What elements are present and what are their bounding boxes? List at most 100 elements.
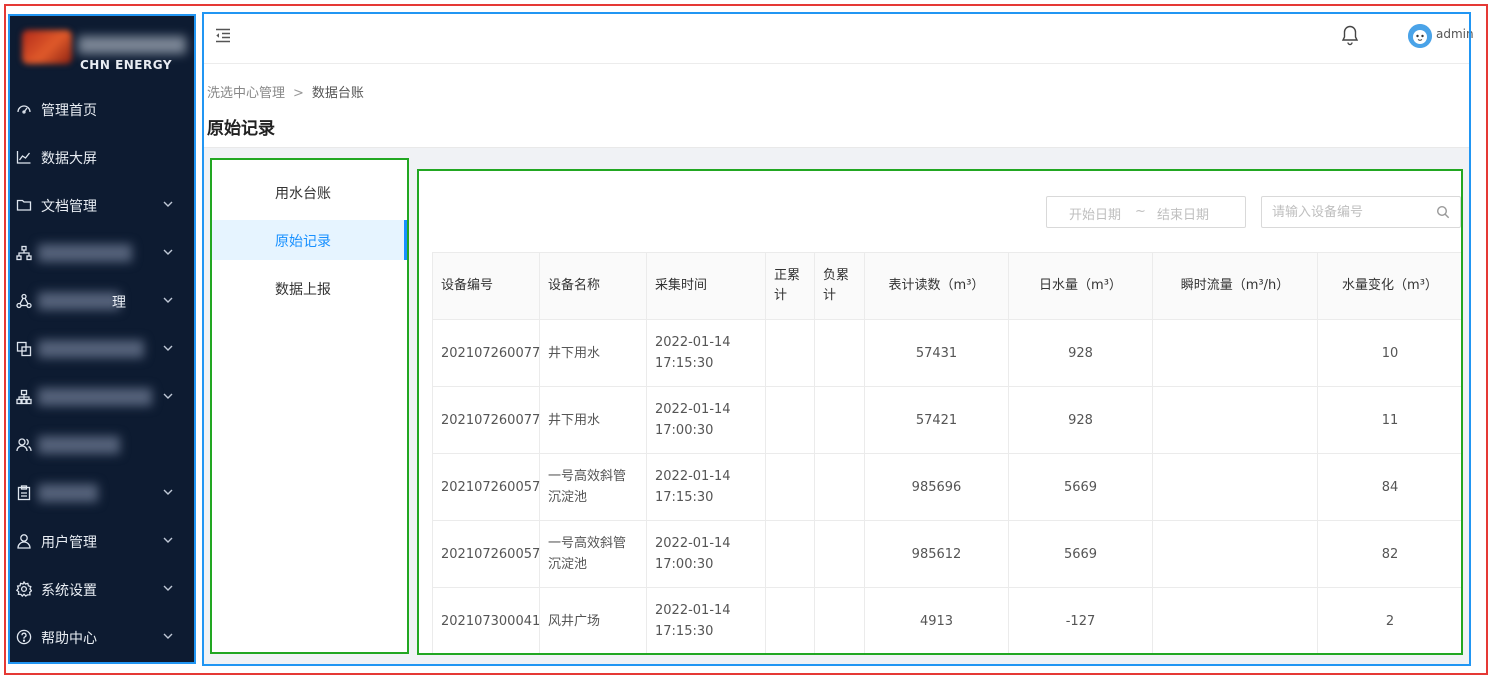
chevron-down-icon (162, 630, 174, 642)
date-range-separator: ~ (1135, 204, 1146, 219)
blurred-label (38, 244, 132, 262)
cell-time: 17:00:30 (655, 557, 714, 572)
cell-device-name: 井下用水 (539, 386, 647, 454)
chevron-down-icon (162, 486, 174, 498)
submenu-item-raw-records[interactable]: 原始记录 (212, 220, 407, 260)
line-chart-icon (16, 149, 32, 165)
table-row[interactable]: 202107260077 井下用水 2022-01-14 17:15:30 574… (432, 319, 1461, 387)
column-header-device-name: 设备名称 (539, 252, 647, 320)
cell-volume-change: 2 (1317, 587, 1461, 653)
cell-collect-time: 2022-01-14 17:00:30 (646, 520, 766, 588)
hierarchy-icon (16, 389, 32, 405)
column-header-negative-total: 负累计 (814, 252, 865, 320)
sidebar-item-label: 文档管理 (41, 199, 97, 215)
sidebar-item-blurred-2[interactable]: 理 (10, 280, 194, 320)
sidebar-item-label: 用户管理 (41, 535, 97, 551)
logo-blurred-text (78, 36, 186, 54)
cell-collect-time: 2022-01-14 17:15:30 (646, 453, 766, 521)
records-table: 设备编号 设备名称 采集时间 正累计 负累计 表计读数（m³） 日水量（m³） … (432, 252, 1461, 653)
device-search-box[interactable] (1261, 196, 1461, 228)
cell-date: 2022-01-14 (655, 603, 731, 618)
bell-icon[interactable] (1340, 24, 1360, 46)
help-icon (16, 629, 32, 645)
sidebar-item-label: 理 (112, 295, 126, 311)
sidebar-item-blurred-1[interactable] (10, 232, 194, 272)
clipboard-icon (16, 485, 32, 501)
breadcrumb: 洗选中心管理 > 数据台账 (207, 82, 364, 101)
submenu-item-water-ledger[interactable]: 用水台账 (212, 172, 407, 212)
cell-collect-time: 2022-01-14 17:15:30 (646, 587, 766, 653)
sidebar-item-label: 数据大屏 (41, 151, 97, 167)
sidebar-item-users[interactable]: 用户管理 (10, 520, 194, 560)
blurred-label (38, 388, 152, 406)
cell-instant-flow (1152, 386, 1318, 454)
logo[interactable]: CHN ENERGY (22, 26, 192, 72)
avatar[interactable] (1408, 24, 1432, 48)
cell-positive-total (765, 386, 815, 454)
search-icon[interactable] (1436, 205, 1450, 219)
sub-menu: 用水台账 原始记录 数据上报 (212, 160, 407, 652)
sidebar-item-documents[interactable]: 文档管理 (10, 184, 194, 224)
menu-fold-icon[interactable] (214, 26, 232, 44)
cell-device-name: 风井广场 (539, 587, 647, 653)
gear-icon (16, 581, 32, 597)
cell-meter-reading: 985612 (864, 520, 1009, 588)
cell-positive-total (765, 319, 815, 387)
column-header-meter-reading: 表计读数（m³） (864, 252, 1009, 320)
cell-volume-change: 10 (1317, 319, 1461, 387)
team-icon (16, 437, 32, 453)
chevron-down-icon (162, 582, 174, 594)
cell-negative-total (814, 453, 865, 521)
column-header-positive-total: 正累计 (765, 252, 815, 320)
column-header-collect-time: 采集时间 (646, 252, 766, 320)
start-date-input[interactable]: 开始日期 (1069, 204, 1121, 223)
cell-negative-total (814, 386, 865, 454)
sidebar-item-label: 帮助中心 (41, 631, 97, 647)
cell-volume-change: 11 (1317, 386, 1461, 454)
sidebar-item-home[interactable]: 管理首页 (10, 88, 194, 128)
table-row[interactable]: 202107300041 风井广场 2022-01-14 17:15:30 491… (432, 587, 1461, 653)
chevron-down-icon (162, 390, 174, 402)
sidebar-item-blurred-6[interactable] (10, 472, 194, 512)
submenu-item-label: 原始记录 (275, 234, 331, 250)
cell-daily-volume: 5669 (1008, 453, 1153, 521)
sidebar-item-data-screen[interactable]: 数据大屏 (10, 136, 194, 176)
column-header-instant-flow: 瞬时流量（m³/h） (1152, 252, 1318, 320)
table-row[interactable]: 202107260057 一号高效斜管沉淀池 2022-01-14 17:00:3… (432, 520, 1461, 588)
sidebar-item-blurred-5[interactable] (10, 424, 194, 464)
breadcrumb-parent[interactable]: 洗选中心管理 (207, 86, 285, 101)
cell-device-name: 井下用水 (539, 319, 647, 387)
sidebar-item-blurred-3[interactable] (10, 328, 194, 368)
chevron-down-icon (162, 198, 174, 210)
blurred-label (38, 436, 120, 454)
cell-collect-time: 2022-01-14 17:15:30 (646, 319, 766, 387)
cell-date: 2022-01-14 (655, 402, 731, 417)
cell-device-no: 202107260057 (432, 520, 540, 588)
username[interactable]: admin (1436, 27, 1474, 41)
submenu-item-data-report[interactable]: 数据上报 (212, 268, 407, 308)
cell-device-name: 一号高效斜管沉淀池 (539, 520, 647, 588)
column-header-device-no: 设备编号 (432, 252, 540, 320)
cell-positive-total (765, 520, 815, 588)
sidebar-item-settings[interactable]: 系统设置 (10, 568, 194, 608)
column-header-daily-volume: 日水量（m³） (1008, 252, 1153, 320)
date-range-picker[interactable]: 开始日期 ~ 结束日期 (1046, 196, 1246, 228)
table-header-row: 设备编号 设备名称 采集时间 正累计 负累计 表计读数（m³） 日水量（m³） … (432, 252, 1461, 320)
copy-icon (16, 341, 32, 357)
sidebar-item-label: 管理首页 (41, 103, 97, 119)
cell-date: 2022-01-14 (655, 469, 731, 484)
cluster-icon (16, 293, 32, 309)
cell-daily-volume: 928 (1008, 386, 1153, 454)
table-row[interactable]: 202107260057 一号高效斜管沉淀池 2022-01-14 17:15:3… (432, 453, 1461, 521)
dashboard-icon (16, 101, 32, 117)
end-date-input[interactable]: 结束日期 (1157, 204, 1209, 223)
table-row[interactable]: 202107260077 井下用水 2022-01-14 17:00:30 574… (432, 386, 1461, 454)
cell-instant-flow (1152, 587, 1318, 653)
cell-device-no: 202107260077 (432, 319, 540, 387)
device-search-input[interactable] (1272, 203, 1427, 221)
sidebar-item-help[interactable]: 帮助中心 (10, 616, 194, 656)
sidebar-item-blurred-4[interactable] (10, 376, 194, 416)
breadcrumb-separator: > (293, 86, 304, 101)
logo-mark-icon (22, 30, 72, 64)
page-header: 洗选中心管理 > 数据台账 原始记录 (204, 64, 1469, 148)
